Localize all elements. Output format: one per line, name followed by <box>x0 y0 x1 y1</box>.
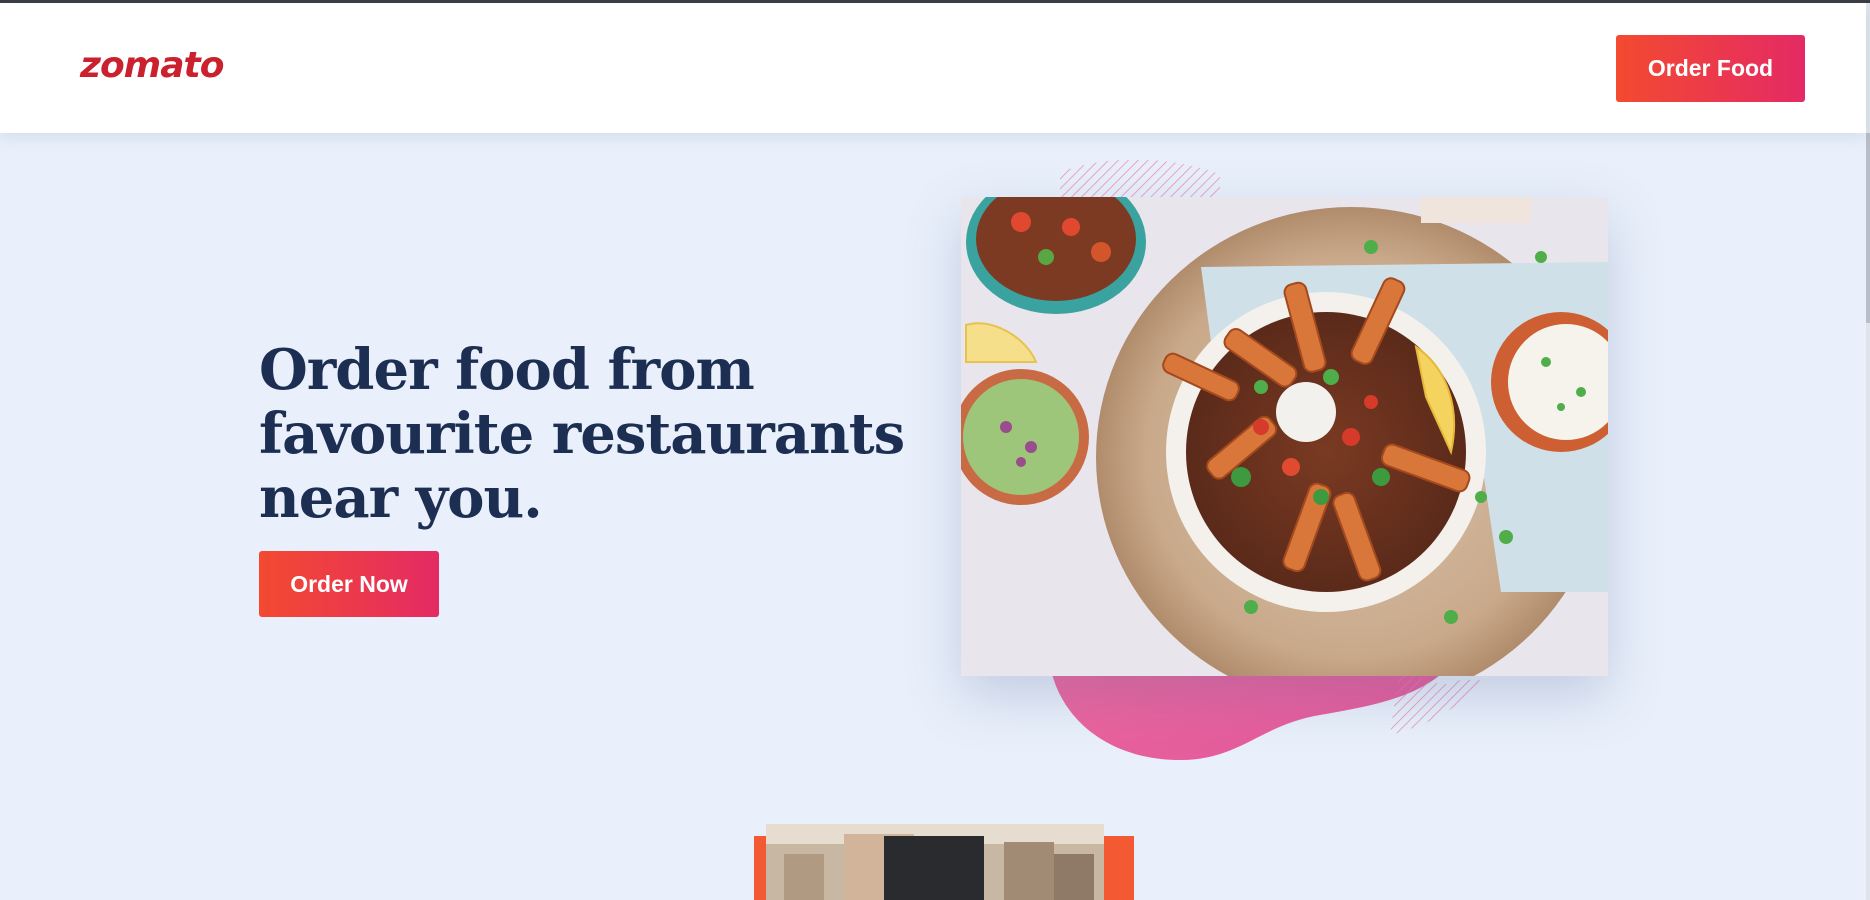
zomato-logo[interactable]: zomato <box>80 45 224 86</box>
order-now-button[interactable]: Order Now <box>259 551 439 617</box>
food-bowl-illustration <box>961 197 1608 676</box>
hero-headline: Order food from favourite restaurants ne… <box>259 337 905 531</box>
scrollbar-thumb[interactable] <box>1866 133 1870 323</box>
order-food-button[interactable]: Order Food <box>1616 35 1805 102</box>
navbar: zomato Order Food <box>0 3 1866 133</box>
food-photo <box>961 197 1608 676</box>
restaurant-photo-preview <box>754 824 1134 900</box>
